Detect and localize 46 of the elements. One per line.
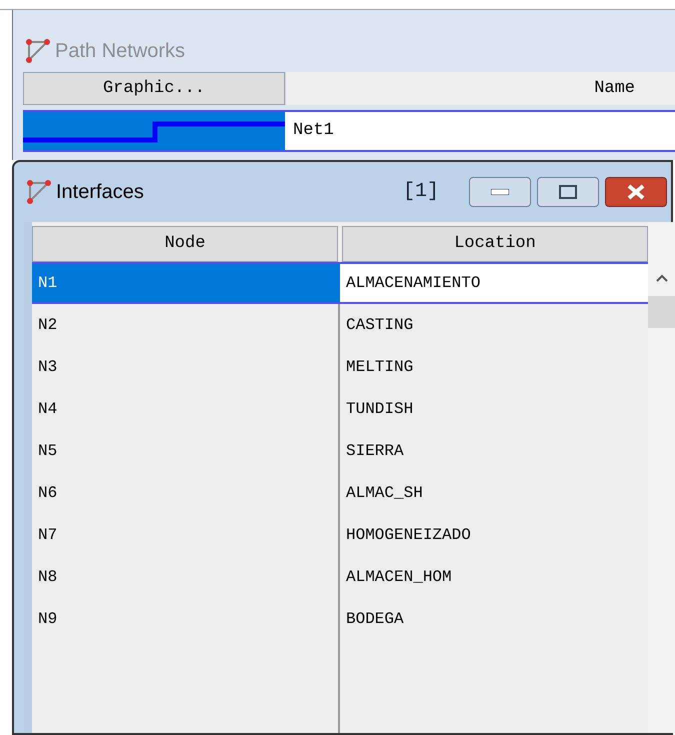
column-header[interactable]: Name [285, 72, 675, 105]
maximize-button[interactable] [537, 177, 599, 207]
window-title: Interfaces [56, 180, 144, 205]
minimize-icon [491, 189, 509, 195]
table-cell-text: ALMACEN_HOM [345, 567, 453, 588]
network-icon [26, 179, 52, 205]
column-header[interactable]: Graphic... [23, 72, 285, 105]
table-cell-text: HOMOGENEIZADO [345, 525, 472, 546]
table-row[interactable]: N4 TUNDISH [32, 388, 648, 430]
scroll-thumb[interactable] [648, 296, 675, 328]
window-title: Path Networks [55, 39, 186, 64]
close-icon [627, 184, 645, 200]
table-cell: N1 [32, 264, 340, 302]
table-cell-text: N8 [37, 567, 58, 588]
table-row[interactable]: N8 ALMACEN_HOM [32, 556, 648, 598]
table-row[interactable]: N1 ALMACENAMIENTO [32, 262, 648, 304]
table-cell-text: N9 [37, 609, 58, 630]
table-row[interactable]: N3 MELTING [32, 346, 648, 388]
table-cell-text: N2 [37, 315, 58, 336]
close-button[interactable] [605, 177, 667, 207]
table-cell-text: BODEGA [345, 609, 405, 630]
table-cell: ALMACENAMIENTO [340, 264, 648, 302]
window-count: [1] [402, 179, 439, 205]
table-cell-text: N5 [37, 441, 58, 462]
network-icon [25, 38, 51, 64]
column-header[interactable]: Location [342, 226, 648, 262]
table-cell-text: N7 [37, 525, 58, 546]
table-row[interactable]: N5 SIERRA [32, 430, 648, 472]
table-cell-text: N4 [37, 399, 58, 420]
table-cell-text: N6 [37, 483, 58, 504]
table-row[interactable]: N7 HOMOGENEIZADO [32, 514, 648, 556]
minimize-button[interactable] [469, 177, 531, 207]
scrollbar[interactable] [648, 222, 675, 733]
maximize-icon [559, 185, 577, 199]
column-header[interactable]: Node [32, 226, 338, 262]
table-cell-text: N3 [37, 357, 58, 378]
scroll-up-icon [656, 274, 668, 282]
table-cell-text: SIERRA [345, 441, 405, 462]
table-row[interactable]: N9 BODEGA [32, 598, 648, 640]
table-cell-text: CASTING [345, 315, 414, 336]
table-cell: Net1 [285, 112, 675, 150]
table-cell-text: TUNDISH [345, 399, 414, 420]
table-cell-text: MELTING [345, 357, 414, 378]
table-row[interactable]: N6 ALMAC_SH [32, 472, 648, 514]
table-row[interactable]: N2 CASTING [32, 304, 648, 346]
table-cell-text: ALMAC_SH [345, 483, 424, 504]
